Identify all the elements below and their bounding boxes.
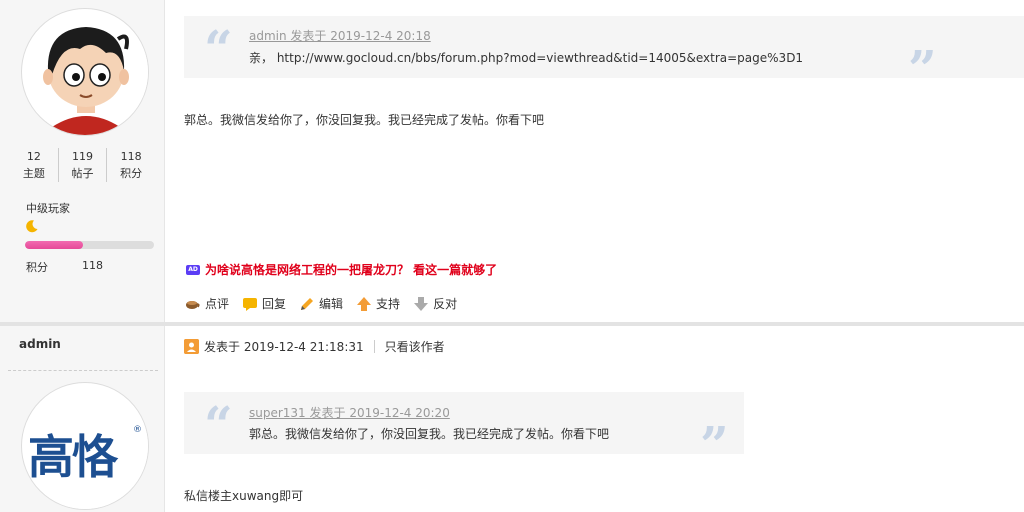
edit-label: 编辑	[319, 297, 344, 311]
ad-badge-icon: AD	[186, 264, 200, 275]
registered-mark-icon: ®	[133, 425, 142, 435]
promo-text: 为啥说高恪是网络工程的一把屠龙刀？ 看这一篇就够了	[205, 263, 498, 277]
level-progress-fill	[25, 241, 84, 249]
stat-value: 12	[26, 150, 41, 163]
moon-icon	[26, 220, 38, 233]
quote-open-icon: “	[204, 395, 233, 454]
quote-block: “ admin 发表于 2019-12-4 20:18 亲， http://ww…	[184, 16, 1024, 94]
meta-divider	[373, 340, 375, 353]
quote-open-icon: “	[204, 19, 233, 78]
post-content: 郭总。我微信发给你了，你没回复我。我已经完成了发帖。你看下吧	[184, 113, 545, 127]
coffee-cup-icon	[185, 296, 201, 312]
support-label: 支持	[376, 297, 401, 311]
stat-label: 帖子	[71, 167, 94, 180]
speech-bubble-icon	[242, 296, 258, 312]
author-separator	[8, 370, 158, 371]
points-value: 118	[82, 259, 103, 272]
quote-body: 郭总。我微信发给你了，你没回复我。我已经完成了发帖。你看下吧	[249, 427, 610, 441]
user-level[interactable]: 中级玩家	[26, 200, 70, 216]
user-stats: 12 主题 119 帖子 118 积分	[10, 148, 155, 182]
post-divider	[0, 322, 1024, 326]
brand-logo-text: 高恪	[28, 430, 118, 484]
rate-label: 点评	[205, 297, 230, 311]
quote-header-link[interactable]: super131 发表于 2019-12-4 20:20	[249, 404, 450, 421]
promo-link[interactable]: AD 为啥说高恪是网络工程的一把屠龙刀？ 看这一篇就够了	[186, 261, 497, 278]
quote-header-link[interactable]: admin 发表于 2019-12-4 20:18	[249, 27, 431, 44]
stat-posts[interactable]: 119 帖子	[59, 148, 108, 182]
level-progress-bar	[25, 241, 154, 249]
quote-close-icon: ”	[908, 39, 937, 98]
stat-threads[interactable]: 12 主题	[10, 148, 59, 182]
support-button[interactable]: 支持	[356, 295, 400, 312]
avatar-cartoon-icon	[23, 10, 148, 135]
quote-block: “ super131 发表于 2019-12-4 20:20 郭总。我微信发给你…	[184, 392, 744, 470]
quote-body: 亲， http://www.gocloud.cn/bbs/forum.php?m…	[249, 51, 804, 65]
online-status-icon	[184, 339, 199, 354]
oppose-label: 反对	[433, 297, 458, 311]
arrow-down-icon	[413, 296, 429, 312]
post-time: 发表于 2019-12-4 21:18:31	[204, 340, 364, 354]
oppose-button[interactable]: 反对	[413, 295, 457, 312]
quote-close-icon: ”	[700, 415, 729, 474]
stat-value: 118	[120, 150, 142, 163]
post-content: 私信楼主xuwang即可	[184, 489, 304, 503]
arrow-up-icon	[356, 296, 372, 312]
edit-button[interactable]: 编辑	[299, 295, 343, 312]
points-label: 积分	[26, 261, 48, 274]
pencil-icon	[299, 296, 315, 312]
stat-points[interactable]: 118 积分	[107, 148, 155, 182]
stat-label: 积分	[120, 167, 143, 180]
author-name[interactable]: admin	[19, 337, 61, 351]
reply-label: 回复	[262, 297, 287, 311]
reply-button[interactable]: 回复	[242, 295, 286, 312]
user-avatar[interactable]: 高恪 ®	[21, 382, 149, 510]
rate-button[interactable]: 点评	[185, 295, 229, 312]
user-avatar[interactable]	[21, 8, 149, 136]
stat-value: 119	[72, 150, 93, 163]
post-actions: 点评 回复 编辑 支持 反对	[185, 295, 470, 312]
post-meta: 发表于 2019-12-4 21:18:31 只看该作者	[184, 338, 445, 355]
author-only-link[interactable]: 只看该作者	[385, 338, 445, 355]
stat-label: 主题	[22, 167, 45, 180]
